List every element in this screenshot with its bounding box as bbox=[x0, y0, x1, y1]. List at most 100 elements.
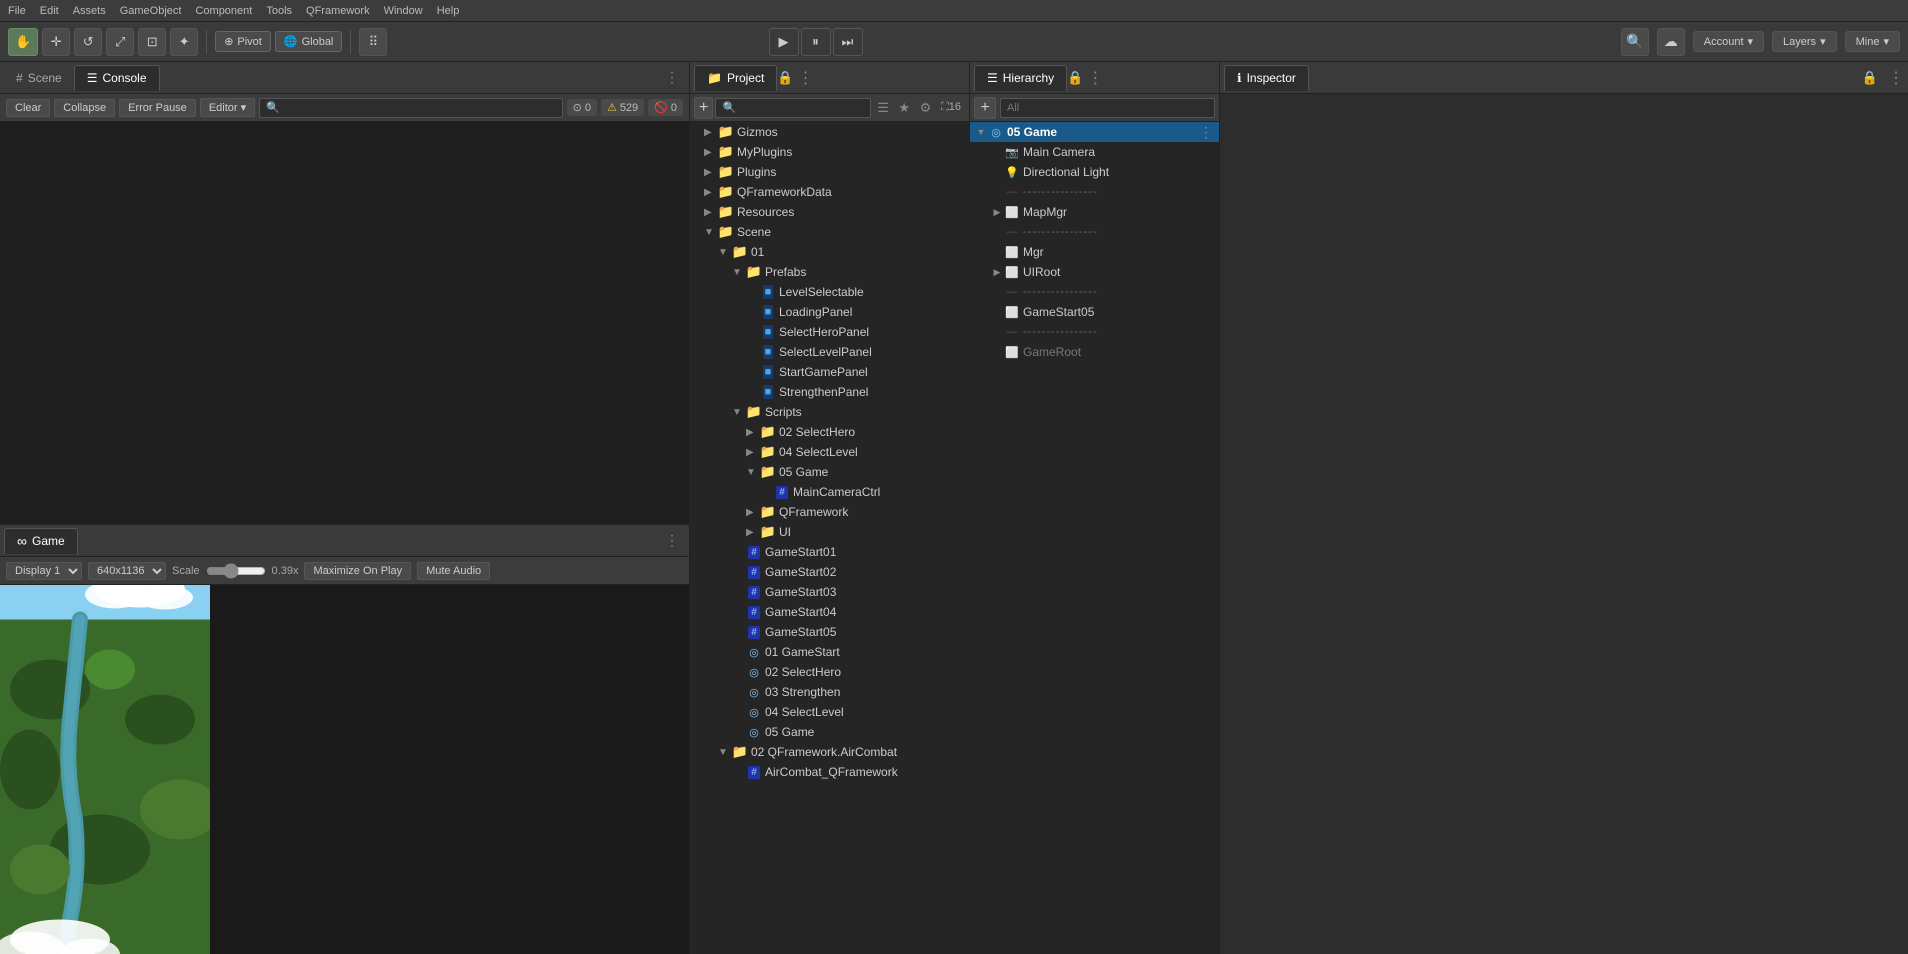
maximize-on-play-button[interactable]: Maximize On Play bbox=[304, 562, 411, 580]
hierarchy-item-sep2[interactable]: —---------------- bbox=[970, 222, 1219, 242]
hierarchy-add-button[interactable]: + bbox=[974, 97, 996, 119]
project-tree-item-myplugins[interactable]: ▶📁MyPlugins bbox=[690, 142, 969, 162]
hierarchy-item-sep1[interactable]: —---------------- bbox=[970, 182, 1219, 202]
menu-qframework[interactable]: QFramework bbox=[306, 5, 370, 17]
tab-console[interactable]: ☰ Console bbox=[74, 65, 160, 91]
project-settings-button[interactable]: ⚙ bbox=[916, 97, 935, 119]
resolution-select[interactable]: 640x1136 bbox=[88, 562, 166, 580]
hand-tool-button[interactable]: ✋ bbox=[8, 28, 38, 56]
project-tree-item-gamestart04[interactable]: #GameStart04 bbox=[690, 602, 969, 622]
global-button[interactable]: 🌐 Global bbox=[275, 31, 343, 52]
project-tree-item-plugins[interactable]: ▶📁Plugins bbox=[690, 162, 969, 182]
menu-assets[interactable]: Assets bbox=[73, 5, 106, 17]
project-tree-item-01[interactable]: ▼📁01 bbox=[690, 242, 969, 262]
account-button[interactable]: Account ▾ bbox=[1693, 31, 1764, 52]
hierarchy-item-maincamera[interactable]: 📷Main Camera bbox=[970, 142, 1219, 162]
game-tab-more-button[interactable]: ⋮ bbox=[659, 532, 685, 549]
hierarchy-item-gameroot[interactable]: ⬜GameRoot bbox=[970, 342, 1219, 362]
project-tree-item-04selectlevel[interactable]: ▶📁04 SelectLevel bbox=[690, 442, 969, 462]
console-search-input[interactable] bbox=[259, 98, 562, 118]
menu-gameobject[interactable]: GameObject bbox=[120, 5, 182, 17]
project-tree-item-02selecthero[interactable]: ▶📁02 SelectHero bbox=[690, 422, 969, 442]
project-tree-item-gamestart02[interactable]: #GameStart02 bbox=[690, 562, 969, 582]
play-button[interactable]: ▶ bbox=[769, 28, 799, 56]
tab-game[interactable]: ∞ Game bbox=[4, 528, 78, 554]
project-search-input[interactable] bbox=[715, 98, 871, 118]
project-tree-item-03strengthen[interactable]: ◎03 Strengthen bbox=[690, 682, 969, 702]
hierarchy-lock-icon[interactable]: 🔒 bbox=[1067, 70, 1083, 86]
project-tree-item-05game[interactable]: ▼📁05 Game bbox=[690, 462, 969, 482]
project-tree-item-02qframework[interactable]: ▼📁02 QFramework.AirCombat bbox=[690, 742, 969, 762]
step-button[interactable]: ⏭ bbox=[833, 28, 863, 56]
hierarchy-item-directionallight[interactable]: 💡Directional Light bbox=[970, 162, 1219, 182]
scale-slider[interactable] bbox=[206, 563, 266, 579]
menu-window[interactable]: Window bbox=[384, 5, 423, 17]
menu-edit[interactable]: Edit bbox=[40, 5, 59, 17]
project-lock-icon[interactable]: 🔒 bbox=[777, 70, 793, 86]
inspector-more-icon[interactable]: ⋮ bbox=[1888, 68, 1904, 88]
project-tree-item-gamestart03[interactable]: #GameStart03 bbox=[690, 582, 969, 602]
hierarchy-item-05game[interactable]: ▼◎05 Game⋮ bbox=[970, 122, 1219, 142]
project-tree-item-04selectlevel-scene[interactable]: ◎04 SelectLevel bbox=[690, 702, 969, 722]
project-tree-item-gamestart05[interactable]: #GameStart05 bbox=[690, 622, 969, 642]
pivot-button[interactable]: ⊕ Pivot bbox=[215, 31, 271, 52]
hierarchy-item-uiroot[interactable]: ▶⬜UIRoot bbox=[970, 262, 1219, 282]
menu-tools[interactable]: Tools bbox=[266, 5, 292, 17]
search-button[interactable]: 🔍 bbox=[1621, 28, 1649, 56]
project-tree-item-selectlevelpanel[interactable]: ■SelectLevelPanel bbox=[690, 342, 969, 362]
project-tree-item-gamestart01[interactable]: #GameStart01 bbox=[690, 542, 969, 562]
rotate-tool-button[interactable]: ↺ bbox=[74, 28, 102, 56]
hierarchy-more-icon[interactable]: ⋮ bbox=[1087, 68, 1103, 88]
project-more-icon[interactable]: ⋮ bbox=[798, 68, 814, 88]
tab-project[interactable]: 📁 Project bbox=[694, 65, 777, 91]
project-favorite-button[interactable]: ★ bbox=[895, 97, 914, 119]
hierarchy-item-gamestart05[interactable]: ⬜GameStart05 bbox=[970, 302, 1219, 322]
clear-button[interactable]: Clear bbox=[6, 99, 50, 117]
project-tree-item-qframeworkdata[interactable]: ▶📁QFrameworkData bbox=[690, 182, 969, 202]
project-tree-item-strengthenpanel[interactable]: ■StrengthenPanel bbox=[690, 382, 969, 402]
project-tree-item-selectheropanel[interactable]: ■SelectHeroPanel bbox=[690, 322, 969, 342]
tab-inspector[interactable]: ℹ Inspector bbox=[1224, 65, 1309, 91]
project-add-button[interactable]: + bbox=[694, 97, 713, 119]
mine-button[interactable]: Mine ▾ bbox=[1845, 31, 1900, 52]
layers-button[interactable]: Layers ▾ bbox=[1772, 31, 1837, 52]
menu-help[interactable]: Help bbox=[437, 5, 460, 17]
project-tree-item-05game-scene[interactable]: ◎05 Game bbox=[690, 722, 969, 742]
tab-hierarchy[interactable]: ☰ Hierarchy bbox=[974, 65, 1067, 91]
project-tree-item-prefabs[interactable]: ▼📁Prefabs bbox=[690, 262, 969, 282]
hierarchy-item-mapmgr[interactable]: ▶⬜MapMgr bbox=[970, 202, 1219, 222]
project-tree-item-resources[interactable]: ▶📁Resources bbox=[690, 202, 969, 222]
move-tool-button[interactable]: ✛ bbox=[42, 28, 70, 56]
dots-tool-button[interactable]: ⠿ bbox=[359, 28, 387, 56]
project-list-view-button[interactable]: ☰ bbox=[873, 97, 892, 119]
project-tree-item-loadingpanel[interactable]: ■LoadingPanel bbox=[690, 302, 969, 322]
mute-audio-button[interactable]: Mute Audio bbox=[417, 562, 490, 580]
cloud-button[interactable]: ☁ bbox=[1657, 28, 1685, 56]
collapse-button[interactable]: Collapse bbox=[54, 99, 115, 117]
project-tree-item-startgamepanel[interactable]: ■StartGamePanel bbox=[690, 362, 969, 382]
project-tree-item-scene[interactable]: ▼📁Scene bbox=[690, 222, 969, 242]
tab-more-button[interactable]: ⋮ bbox=[659, 69, 685, 86]
pause-button[interactable]: ⏸ bbox=[801, 28, 831, 56]
hierarchy-item-sep3[interactable]: —---------------- bbox=[970, 282, 1219, 302]
menu-file[interactable]: File bbox=[8, 5, 26, 17]
editor-button[interactable]: Editor ▾ bbox=[200, 98, 255, 117]
tab-scene[interactable]: # Scene bbox=[4, 65, 74, 91]
project-tree-item-maincameractrl[interactable]: #MainCameraCtrl bbox=[690, 482, 969, 502]
error-pause-button[interactable]: Error Pause bbox=[119, 99, 196, 117]
project-tree-item-02selecthero-scene[interactable]: ◎02 SelectHero bbox=[690, 662, 969, 682]
project-tree-item-gizmos[interactable]: ▶📁Gizmos bbox=[690, 122, 969, 142]
hierarchy-search-input[interactable] bbox=[1000, 98, 1215, 118]
hierarchy-item-mgr[interactable]: ⬜Mgr bbox=[970, 242, 1219, 262]
hierarchy-root-more-icon[interactable]: ⋮ bbox=[1193, 124, 1219, 141]
display-select[interactable]: Display 1 bbox=[6, 562, 82, 580]
project-tree-item-scripts[interactable]: ▼📁Scripts bbox=[690, 402, 969, 422]
inspector-lock-icon[interactable]: 🔒 bbox=[1856, 70, 1884, 86]
menu-component[interactable]: Component bbox=[195, 5, 252, 17]
project-tree-item-levelselectable[interactable]: ■LevelSelectable bbox=[690, 282, 969, 302]
project-tree-item-ui[interactable]: ▶📁UI bbox=[690, 522, 969, 542]
project-tree-item-aircombat[interactable]: #AirCombat_QFramework bbox=[690, 762, 969, 782]
hierarchy-item-sep4[interactable]: —---------------- bbox=[970, 322, 1219, 342]
scale-tool-button[interactable]: ⤢ bbox=[106, 28, 134, 56]
project-tree-item-qframework[interactable]: ▶📁QFramework bbox=[690, 502, 969, 522]
